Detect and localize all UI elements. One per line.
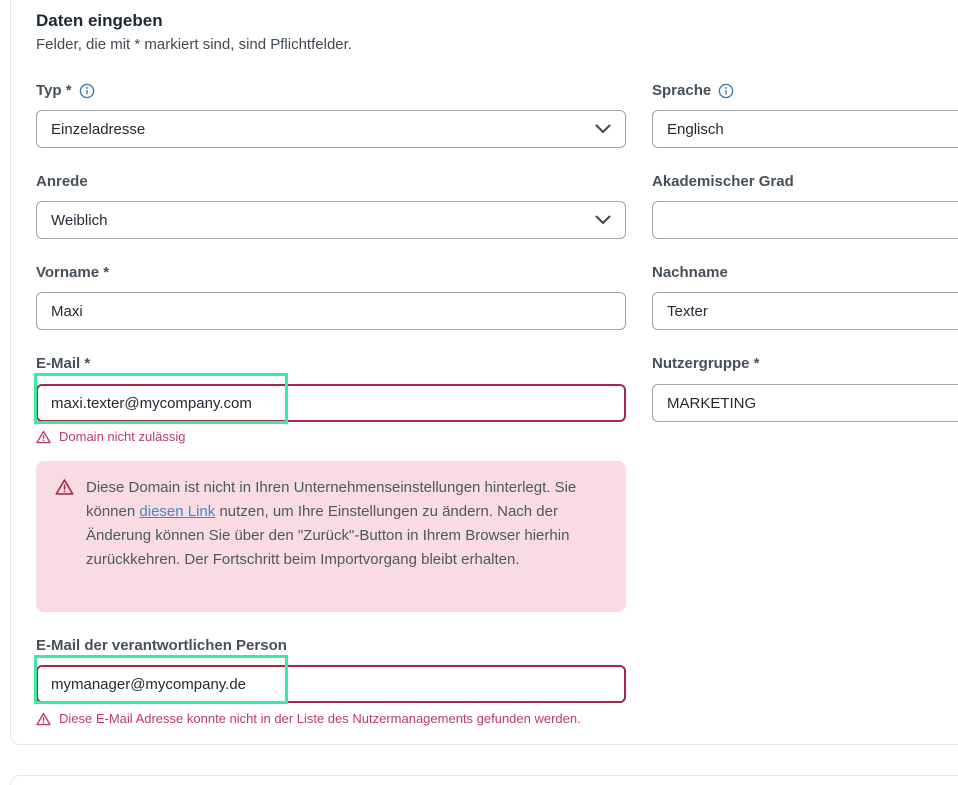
settings-link[interactable]: diesen Link xyxy=(139,503,215,520)
email-field xyxy=(36,384,626,422)
warning-icon xyxy=(36,712,51,726)
email-verantwortlich-field xyxy=(36,665,626,703)
info-icon[interactable] xyxy=(718,83,734,99)
email-verantwortlich-input[interactable] xyxy=(51,667,611,701)
email-input[interactable] xyxy=(51,386,611,420)
chevron-down-icon xyxy=(595,215,611,225)
warning-icon xyxy=(55,478,74,501)
import-form-page: Daten eingeben Felder, die mit * markier… xyxy=(0,0,958,785)
typ-label: Typ * xyxy=(36,82,95,99)
email-label: E-Mail * xyxy=(36,355,90,372)
email-verantwortlich-error: Diese E-Mail Adresse konnte nicht in der… xyxy=(36,711,581,726)
alert-message: Diese Domain ist nicht in Ihren Unterneh… xyxy=(86,476,601,572)
vorname-label: Vorname * xyxy=(36,264,109,281)
nutzergruppe-label: Nutzergruppe * xyxy=(652,355,760,372)
sprache-select[interactable]: Englisch xyxy=(652,110,958,148)
anrede-label: Anrede xyxy=(36,173,88,190)
vorname-input[interactable] xyxy=(51,293,611,329)
vorname-field xyxy=(36,292,626,330)
email-verantwortlich-label: E-Mail der verantwortlichen Person xyxy=(36,637,287,654)
anrede-select[interactable]: Weiblich xyxy=(36,201,626,239)
next-section-card xyxy=(10,775,958,785)
info-icon[interactable] xyxy=(79,83,95,99)
warning-icon xyxy=(36,430,51,444)
nachname-label: Nachname xyxy=(652,264,728,281)
sprache-label: Sprache xyxy=(652,82,734,99)
nachname-field xyxy=(652,292,958,330)
chevron-down-icon xyxy=(595,124,611,134)
domain-warning-alert: Diese Domain ist nicht in Ihren Unterneh… xyxy=(36,461,626,612)
typ-select[interactable]: Einzeladresse xyxy=(36,110,626,148)
akademischer-grad-field xyxy=(652,201,958,239)
nachname-input[interactable] xyxy=(667,293,958,329)
akademischer-grad-label: Akademischer Grad xyxy=(652,173,794,190)
akademischer-grad-input[interactable] xyxy=(667,202,958,238)
nutzergruppe-select[interactable]: MARKETING xyxy=(652,384,958,422)
required-fields-hint: Felder, die mit * markiert sind, sind Pf… xyxy=(36,36,352,53)
email-error: Domain nicht zulässig xyxy=(36,429,185,444)
page-title: Daten eingeben xyxy=(36,11,163,31)
